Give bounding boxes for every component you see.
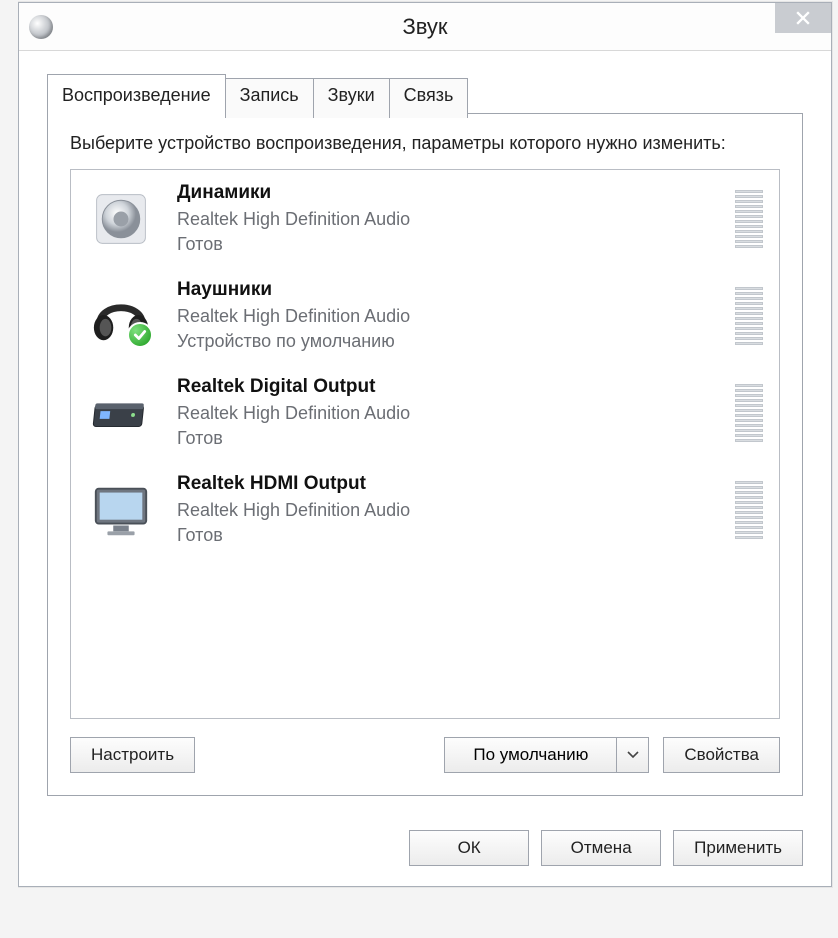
device-status: Готов	[177, 523, 725, 548]
tab-communications[interactable]: Связь	[389, 78, 469, 118]
device-row[interactable]: Realtek Digital Output Realtek High Defi…	[71, 364, 779, 461]
level-meter	[735, 190, 763, 248]
set-default-label: По умолчанию	[445, 738, 616, 772]
instructions-text: Выберите устройство воспроизведения, пар…	[70, 132, 780, 155]
device-text: Realtek Digital Output Realtek High Defi…	[177, 374, 725, 451]
device-name: Наушники	[177, 277, 725, 304]
headphones-icon	[87, 282, 155, 350]
device-text: Наушники Realtek High Definition Audio У…	[177, 277, 725, 354]
tab-strip: Воспроизведение Запись Звуки Связь	[47, 73, 803, 113]
device-status: Готов	[177, 232, 725, 257]
device-row[interactable]: Realtek HDMI Output Realtek High Definit…	[71, 461, 779, 558]
tab-panel-playback: Выберите устройство воспроизведения, пар…	[47, 113, 803, 796]
device-driver: Realtek High Definition Audio	[177, 304, 725, 329]
dialog-button-row: ОК Отмена Применить	[19, 814, 831, 886]
speaker-icon	[87, 185, 155, 253]
chevron-down-icon	[627, 751, 639, 759]
dropdown-arrow[interactable]	[616, 738, 648, 772]
tab-label: Запись	[240, 85, 299, 105]
device-driver: Realtek High Definition Audio	[177, 401, 725, 426]
panel-button-row: Настроить По умолчанию Свойства	[70, 737, 780, 773]
level-meter	[735, 287, 763, 345]
device-driver: Realtek High Definition Audio	[177, 207, 725, 232]
sound-dialog: Звук Воспроизведение Запись Звуки Связь …	[18, 2, 832, 887]
configure-button[interactable]: Настроить	[70, 737, 195, 773]
level-meter	[735, 481, 763, 539]
level-meter	[735, 384, 763, 442]
device-name: Динамики	[177, 180, 725, 207]
close-icon	[796, 11, 810, 25]
tab-label: Звуки	[328, 85, 375, 105]
digital-output-icon	[87, 379, 155, 447]
set-default-dropdown[interactable]: По умолчанию	[444, 737, 649, 773]
dialog-content: Воспроизведение Запись Звуки Связь Выбер…	[19, 51, 831, 814]
close-button[interactable]	[775, 3, 831, 33]
titlebar[interactable]: Звук	[19, 3, 831, 51]
tab-recording[interactable]: Запись	[225, 78, 314, 118]
tab-sounds[interactable]: Звуки	[313, 78, 390, 118]
cancel-button[interactable]: Отмена	[541, 830, 661, 866]
properties-button[interactable]: Свойства	[663, 737, 780, 773]
window-title: Звук	[19, 14, 831, 40]
device-text: Realtek HDMI Output Realtek High Definit…	[177, 471, 725, 548]
tab-label: Связь	[404, 85, 454, 105]
ok-button[interactable]: ОК	[409, 830, 529, 866]
tab-label: Воспроизведение	[62, 85, 211, 105]
app-icon	[29, 15, 53, 39]
crop-artifact	[0, 0, 18, 936]
device-row[interactable]: Наушники Realtek High Definition Audio У…	[71, 267, 779, 364]
default-check-badge	[127, 322, 153, 348]
device-driver: Realtek High Definition Audio	[177, 498, 725, 523]
device-row[interactable]: Динамики Realtek High Definition Audio Г…	[71, 170, 779, 267]
tab-playback[interactable]: Воспроизведение	[47, 74, 226, 114]
device-text: Динамики Realtek High Definition Audio Г…	[177, 180, 725, 257]
device-status: Устройство по умолчанию	[177, 329, 725, 354]
device-name: Realtek Digital Output	[177, 374, 725, 401]
apply-button[interactable]: Применить	[673, 830, 803, 866]
device-list[interactable]: Динамики Realtek High Definition Audio Г…	[70, 169, 780, 719]
monitor-icon	[87, 476, 155, 544]
device-status: Готов	[177, 426, 725, 451]
device-name: Realtek HDMI Output	[177, 471, 725, 498]
